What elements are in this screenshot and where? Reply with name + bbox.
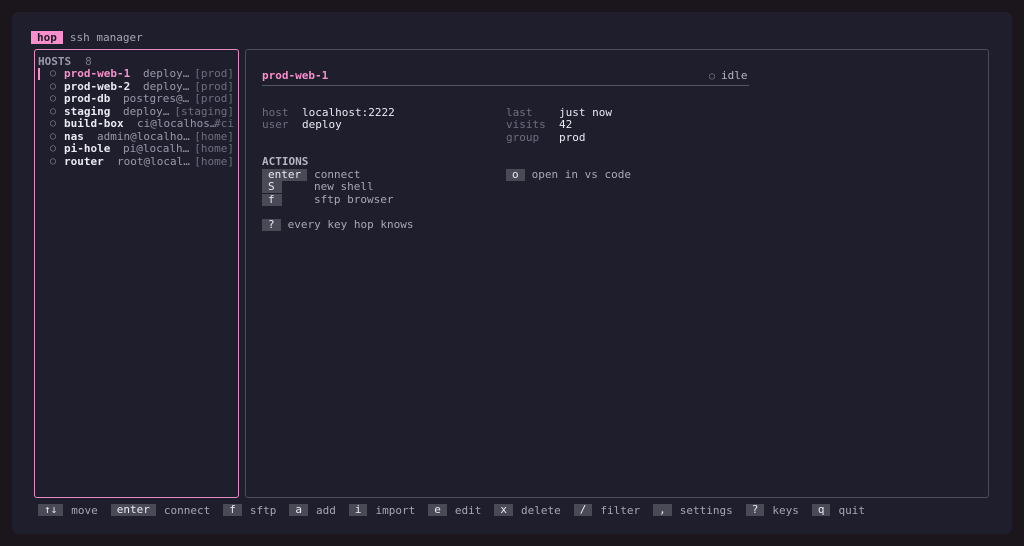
group-field-label: group xyxy=(506,131,540,144)
host-status-dot-icon: ○ xyxy=(50,155,57,167)
host-detail: root@local… xyxy=(117,154,190,168)
new-shell-action[interactable]: Snew shell xyxy=(262,180,374,193)
help-label: every key hop knows xyxy=(287,218,414,231)
user-field-label: user xyxy=(262,118,289,131)
key-hint-label: keys xyxy=(772,503,799,517)
selection-indicator xyxy=(38,68,40,80)
host-status-dot-icon: ○ xyxy=(50,68,57,79)
help-keys-action[interactable]: ? every key hop knows xyxy=(262,218,413,231)
host-name: prod-db xyxy=(64,92,111,105)
host-name: router xyxy=(64,154,104,168)
host-detail: deploy… xyxy=(143,67,190,80)
new-shell-label: new shell xyxy=(314,180,374,193)
host-tag: [home] xyxy=(194,142,234,155)
divider xyxy=(262,85,749,86)
footer-edit[interactable]: e edit xyxy=(428,504,481,517)
key-hint: ? xyxy=(745,504,765,516)
key-hint-label: import xyxy=(375,503,416,517)
footer-add[interactable]: a add xyxy=(289,504,336,517)
terminal-window: hop ssh manager HOSTS 8 ○ prod-web-1 dep… xyxy=(12,12,1012,534)
key-hint: a xyxy=(289,504,308,516)
host-row-router[interactable]: ○ router root@local… [home] xyxy=(35,154,238,169)
sftp-browser-action[interactable]: f sftp browser xyxy=(262,193,393,206)
key-hint-label: delete xyxy=(520,503,561,517)
help-key: ? xyxy=(262,219,281,231)
sftp-browser-label: sftp browser xyxy=(314,193,394,206)
key-hint-label: sftp xyxy=(249,503,277,517)
open-vscode-label: open in vs code xyxy=(531,168,631,181)
host-status-dot-icon: ○ xyxy=(50,118,57,129)
key-hint-label: add xyxy=(315,503,336,517)
footer-import[interactable]: i import xyxy=(348,503,416,517)
key-hint-label: filter xyxy=(600,503,641,517)
host-name: pi-hole xyxy=(64,142,111,155)
footer-connect[interactable]: enter connect xyxy=(110,503,211,517)
host-detail: ci@localhos… xyxy=(137,117,217,130)
key-hint-label: settings xyxy=(679,503,733,517)
host-detail-panel: prod-web-1 ○ idle host localhost:2222 user… xyxy=(245,49,989,498)
host-row-pi-hole[interactable]: ○ pi-hole pi@localh… [home] xyxy=(35,142,238,156)
footer-settings[interactable]: , settings xyxy=(653,504,733,517)
host-tag: #ci xyxy=(214,117,234,130)
user-field-value: deploy xyxy=(302,118,342,131)
new-shell-key: S xyxy=(262,181,282,193)
keybinding-footer: ↑↓ move enter connect f sftp a add i import e… xyxy=(38,503,878,517)
host-status-dot-icon: ○ xyxy=(50,130,57,142)
host-status-dot-icon: ○ xyxy=(50,80,57,92)
host-row-prod-web-1[interactable]: ○ prod-web-1 deploy… [prod] xyxy=(35,67,238,81)
footer-sftp[interactable]: f sftp xyxy=(223,504,276,517)
host-detail: pi@localh… xyxy=(123,142,190,155)
group-field-value: prod xyxy=(559,131,586,144)
open-vscode-key: o xyxy=(506,169,525,181)
visits-field-value: 42 xyxy=(559,118,573,131)
host-name: prod-web-1 xyxy=(64,67,131,80)
key-hint-label: edit xyxy=(454,503,482,517)
host-list: ○ prod-web-1 deploy… [prod] ○ prod-web-2… xyxy=(35,67,238,169)
key-hint: / xyxy=(573,504,593,516)
key-hint: e xyxy=(428,504,447,516)
key-hint: q xyxy=(811,504,831,516)
status-indicator: ○ idle xyxy=(709,69,748,82)
key-hint: enter xyxy=(110,504,156,516)
title-bar: hop ssh manager xyxy=(31,30,143,44)
host-tag: [prod] xyxy=(194,67,234,80)
host-row-prod-db[interactable]: ○ prod-db postgres@… [prod] xyxy=(35,92,238,106)
actions-title: ACTIONS xyxy=(262,155,309,168)
host-row-build-box[interactable]: ○ build-box ci@localhos… #ci xyxy=(35,117,238,131)
key-hint-label: move xyxy=(71,503,98,517)
footer-delete[interactable]: x delete xyxy=(494,503,561,517)
key-hint: i xyxy=(348,504,368,516)
open-vscode-action[interactable]: o open in vs code xyxy=(506,168,631,181)
status-circle-icon: ○ xyxy=(709,71,716,82)
visits-field: visits 42 xyxy=(506,118,572,131)
host-tag: [home] xyxy=(194,154,234,168)
key-hint-label: quit xyxy=(838,503,865,517)
host-name: build-box xyxy=(64,117,124,130)
key-hint: ↑↓ xyxy=(38,504,64,516)
detail-title: prod-web-1 xyxy=(262,69,329,82)
host-status-dot-icon: ○ xyxy=(50,143,57,154)
user-field: user deploy xyxy=(262,118,342,131)
footer-keys[interactable]: ? keys xyxy=(745,503,799,517)
visits-field-label: visits xyxy=(506,118,546,131)
group-field: group prod xyxy=(506,131,586,144)
host-status-dot-icon: ○ xyxy=(50,93,57,104)
key-hint: f xyxy=(223,504,242,516)
key-hint: , xyxy=(653,504,672,516)
host-detail: postgres@… xyxy=(123,92,190,105)
key-hint: x xyxy=(494,504,513,516)
host-tag: [prod] xyxy=(194,92,234,105)
status-text: idle xyxy=(721,69,748,82)
footer-move[interactable]: ↑↓ move xyxy=(38,504,98,517)
host-status-dot-icon: ○ xyxy=(50,105,57,117)
sftp-browser-key: f xyxy=(262,194,282,206)
hosts-panel: HOSTS 8 ○ prod-web-1 deploy… [prod] ○ pr… xyxy=(34,49,239,498)
app-subtitle: ssh manager xyxy=(69,30,143,44)
app-name-badge: hop xyxy=(31,30,63,44)
key-hint-label: connect xyxy=(163,503,211,517)
footer-quit[interactable]: q quit xyxy=(811,503,865,517)
footer-filter[interactable]: / filter xyxy=(573,503,641,517)
